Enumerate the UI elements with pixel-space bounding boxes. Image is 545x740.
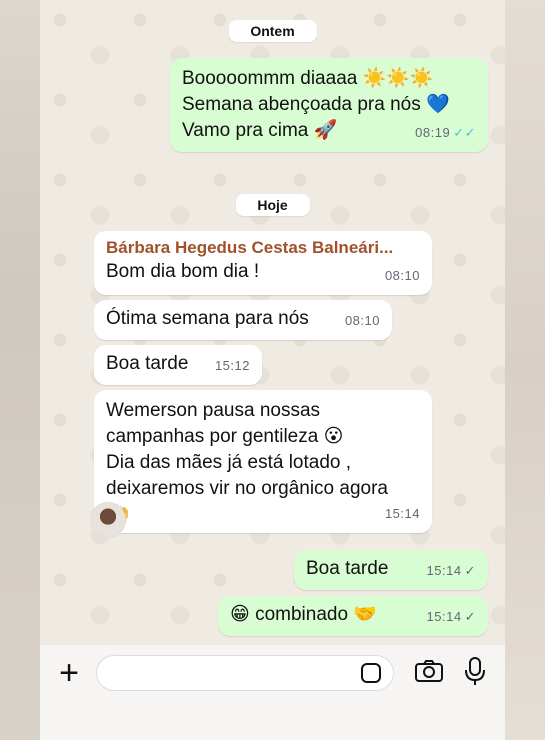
date-separator-today: Hoje bbox=[235, 194, 310, 216]
message-time: 15:14 bbox=[384, 506, 420, 521]
incoming-message[interactable]: Bárbara Hegedus Cestas Balneári... Bom d… bbox=[94, 231, 432, 295]
sent-tick-icon: ✓ bbox=[464, 609, 476, 624]
sender-name[interactable]: Bárbara Hegedus Cestas Balneári... bbox=[106, 237, 420, 259]
plus-icon[interactable]: + bbox=[56, 656, 82, 690]
sticker-icon[interactable] bbox=[361, 663, 381, 683]
message-time: 15:14 bbox=[426, 609, 462, 624]
message-time: 15:12 bbox=[214, 358, 250, 373]
message-time: 08:10 bbox=[344, 313, 380, 328]
outgoing-message[interactable]: Booooommm diaaaa ☀️☀️☀️ Semana abençoada… bbox=[170, 58, 488, 152]
message-time: 15:14 bbox=[426, 563, 462, 578]
message-text: Ótima semana para nós bbox=[106, 308, 309, 329]
outgoing-message[interactable]: 😁 combinado 🤝 15:14 ✓ bbox=[218, 596, 488, 636]
sent-tick-icon: ✓ bbox=[464, 563, 476, 578]
contact-avatar[interactable] bbox=[90, 502, 126, 538]
incoming-message[interactable]: Boa tarde 15:12 bbox=[94, 345, 262, 385]
message-time: 08:10 bbox=[384, 268, 420, 283]
message-text: Wemerson pausa nossas campanhas por gent… bbox=[106, 400, 388, 525]
message-input-bar: + bbox=[40, 645, 505, 740]
date-separator-yesterday: Ontem bbox=[228, 20, 317, 42]
background-left-blur bbox=[0, 0, 40, 740]
message-text: Bom dia bom dia ! bbox=[106, 261, 260, 282]
read-ticks-icon: ✓✓ bbox=[453, 125, 476, 140]
outgoing-message[interactable]: Boa tarde 15:14 ✓ bbox=[294, 550, 488, 590]
chat-screen: Ontem Booooommm diaaaa ☀️☀️☀️ Semana abe… bbox=[40, 0, 505, 740]
incoming-message[interactable]: Wemerson pausa nossas campanhas por gent… bbox=[94, 390, 432, 533]
background-right-blur bbox=[505, 0, 545, 740]
message-time: 08:19 bbox=[415, 125, 451, 140]
microphone-icon[interactable] bbox=[464, 656, 486, 686]
message-input[interactable] bbox=[96, 655, 394, 691]
camera-icon[interactable] bbox=[414, 659, 444, 683]
incoming-message[interactable]: Ótima semana para nós 08:10 bbox=[94, 300, 392, 340]
